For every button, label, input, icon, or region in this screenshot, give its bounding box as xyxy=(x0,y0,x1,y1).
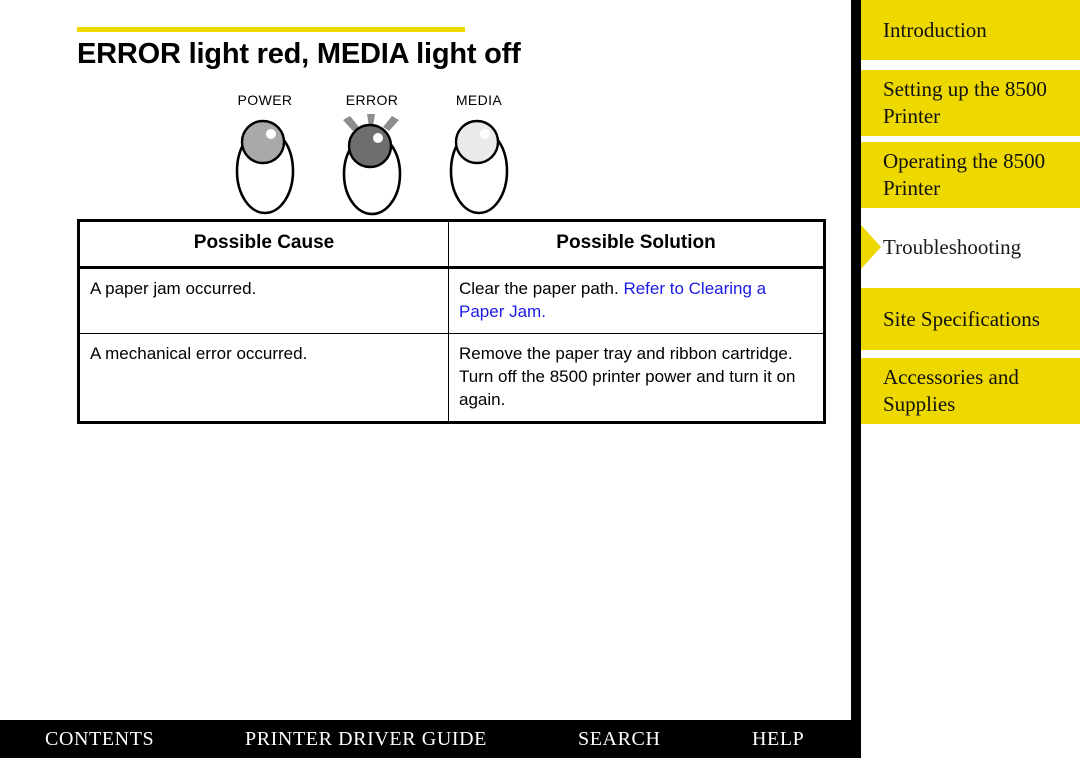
led-indicator-power: POWER xyxy=(210,92,320,217)
led-label-power: POWER xyxy=(237,92,293,108)
column-header-solution: Possible Solution xyxy=(448,219,826,269)
cause-solution-table: Possible Cause Possible Solution A paper… xyxy=(77,219,826,424)
led-indicator-diagram: POWER ERROR MEDIA xyxy=(210,92,540,217)
column-header-cause: Possible Cause xyxy=(77,219,449,269)
sidebar-item-introduction[interactable]: Introduction xyxy=(861,0,1080,60)
table-header-row: Possible Cause Possible Solution xyxy=(77,219,826,269)
sidebar-item-label: Operating the 8500 Printer xyxy=(883,149,1046,200)
power-led-icon xyxy=(235,119,295,215)
table-row: A paper jam occurred. Clear the paper pa… xyxy=(77,267,826,334)
document-page: ERROR light red, MEDIA light off POWER E… xyxy=(0,0,1080,784)
active-section-arrow-icon xyxy=(861,225,881,269)
sidebar-item-accessories-and-supplies[interactable]: Accessories and Supplies xyxy=(861,358,1080,424)
led-label-media: MEDIA xyxy=(455,92,503,108)
bottom-link-printer-driver-guide[interactable]: PRINTER DRIVER GUIDE xyxy=(245,720,487,758)
bottom-link-search[interactable]: SEARCH xyxy=(578,720,661,758)
sidebar-item-troubleshooting[interactable]: Troubleshooting xyxy=(861,216,1080,278)
sidebar-item-site-specifications[interactable]: Site Specifications xyxy=(861,288,1080,350)
bottom-link-help[interactable]: HELP xyxy=(752,720,804,758)
table-row: A mechanical error occurred. Remove the … xyxy=(77,333,826,424)
sidebar-item-label: Site Specifications xyxy=(883,306,1040,331)
sidebar-item-setting-up-the-8500-printer[interactable]: Setting up the 8500 Printer xyxy=(861,70,1080,136)
section-navigation-rail: Introduction Setting up the 8500 Printer… xyxy=(861,0,1080,784)
content-pane: ERROR light red, MEDIA light off POWER E… xyxy=(0,0,851,720)
media-led-icon xyxy=(449,119,509,215)
sidebar-item-label: Accessories and Supplies xyxy=(883,365,1019,416)
cell-solution: Remove the paper tray and ribbon cartrid… xyxy=(448,333,826,424)
sidebar-item-operating-the-8500-printer[interactable]: Operating the 8500 Printer xyxy=(861,142,1080,208)
title-accent-rule xyxy=(77,27,465,32)
sidebar-item-label: Troubleshooting xyxy=(883,234,1022,259)
rail-divider-strip xyxy=(851,0,861,758)
cell-cause: A mechanical error occurred. xyxy=(77,333,449,424)
bottom-navigation-bar: CONTENTS PRINTER DRIVER GUIDE SEARCH HEL… xyxy=(0,720,861,758)
solution-text: Clear the paper path. xyxy=(459,279,624,298)
sidebar-item-label: Setting up the 8500 Printer xyxy=(883,77,1047,128)
led-indicator-media: MEDIA xyxy=(424,92,534,217)
page-title: ERROR light red, MEDIA light off xyxy=(77,38,521,70)
led-indicator-error: ERROR xyxy=(317,92,427,217)
led-label-error: ERROR xyxy=(345,92,399,108)
error-led-icon xyxy=(342,114,402,216)
cell-cause: A paper jam occurred. xyxy=(77,267,449,334)
bottom-link-contents[interactable]: CONTENTS xyxy=(45,720,154,758)
sidebar-item-label: Introduction xyxy=(883,17,987,42)
cell-solution: Clear the paper path. Refer to Clearing … xyxy=(448,267,826,334)
